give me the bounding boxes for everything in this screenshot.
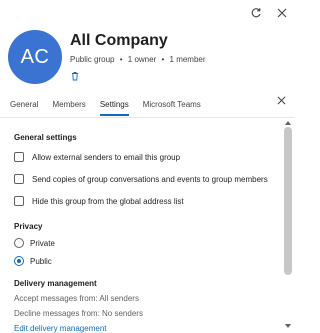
send-copies-checkbox[interactable]	[14, 174, 24, 184]
decline-messages-text: Decline messages from: No senders	[14, 309, 143, 318]
tab-bar: General Members Settings Microsoft Teams	[10, 100, 280, 116]
delivery-management-title: Delivery management	[14, 279, 97, 288]
group-name: All Company	[70, 32, 168, 49]
close-icon[interactable]	[275, 6, 289, 20]
private-radio[interactable]	[14, 238, 24, 248]
close-icon[interactable]	[277, 92, 287, 105]
separator-dot: •	[161, 55, 165, 64]
tab-microsoft-teams[interactable]: Microsoft Teams	[143, 100, 201, 116]
delete-icon[interactable]	[70, 68, 80, 81]
edit-delivery-management-link[interactable]: Edit delivery management	[14, 324, 276, 333]
checkbox-row[interactable]: Hide this group from the global address …	[14, 194, 276, 208]
avatar-initials: AC	[20, 45, 50, 68]
checkbox-row[interactable]: Allow external senders to email this gro…	[14, 150, 276, 164]
tab-general[interactable]: General	[10, 100, 38, 116]
general-settings-title: General settings	[14, 133, 77, 142]
avatar: AC	[8, 30, 62, 84]
radio-row[interactable]: Private	[14, 237, 276, 249]
settings-panel: General settings Allow external senders …	[14, 123, 276, 333]
group-meta: Public group • 1 owner • 1 member	[70, 55, 206, 64]
member-count: 1 member	[169, 55, 206, 64]
tab-members[interactable]: Members	[52, 100, 85, 116]
refresh-icon[interactable]	[249, 6, 263, 20]
accept-messages-text: Accept messages from: All senders	[14, 294, 139, 303]
window-controls	[249, 6, 289, 20]
group-header: AC All Company Public group • 1 owner • …	[8, 30, 288, 90]
owner-count: 1 owner	[127, 55, 157, 64]
radio-row[interactable]: Public	[14, 255, 276, 267]
tab-settings[interactable]: Settings	[99, 100, 129, 116]
hide-from-gal-checkbox[interactable]	[14, 196, 24, 206]
divider	[0, 117, 295, 118]
checkbox-label: Hide this group from the global address …	[32, 196, 184, 206]
public-radio[interactable]	[14, 256, 24, 266]
scrollbar-thumb[interactable]	[284, 127, 292, 275]
checkbox-row[interactable]: Send copies of group conversations and e…	[14, 172, 276, 186]
separator-dot: •	[119, 55, 123, 64]
radio-label: Private	[30, 238, 55, 248]
radio-label: Public	[30, 256, 52, 266]
external-senders-checkbox[interactable]	[14, 152, 24, 162]
scroll-up-icon[interactable]	[284, 119, 292, 127]
group-type: Public group	[70, 55, 115, 64]
privacy-title: Privacy	[14, 222, 43, 231]
scroll-down-icon[interactable]	[284, 322, 292, 330]
checkbox-label: Allow external senders to email this gro…	[32, 152, 181, 162]
checkbox-label: Send copies of group conversations and e…	[32, 174, 268, 184]
